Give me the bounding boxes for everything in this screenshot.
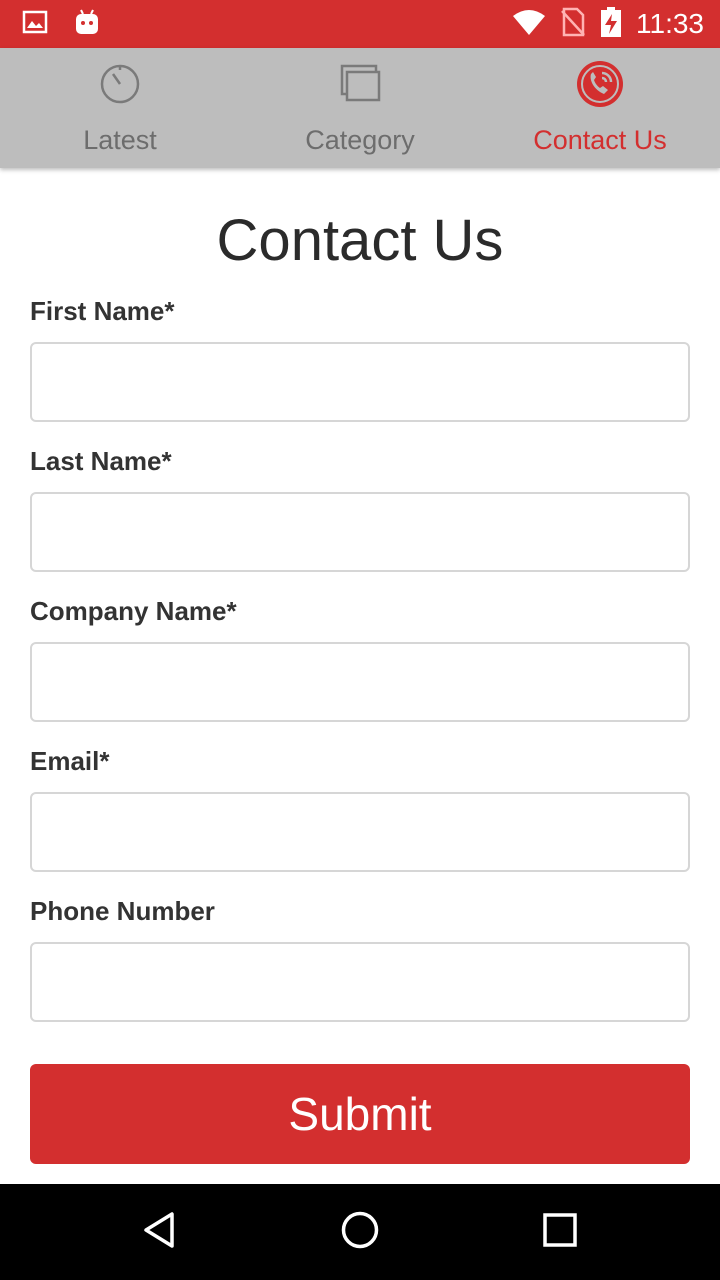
tab-latest[interactable]: Latest: [0, 48, 240, 168]
tab-label: Latest: [83, 125, 157, 155]
company-name-field-group: Company Name*: [30, 596, 690, 722]
email-field-group: Email*: [30, 746, 690, 872]
back-icon: [140, 1210, 180, 1255]
stacked-windows-icon: [336, 60, 384, 108]
first-name-label: First Name*: [30, 296, 175, 326]
status-bar: 11:33: [0, 0, 720, 48]
recents-button[interactable]: [500, 1184, 620, 1280]
tab-contact-us[interactable]: Contact Us: [480, 48, 720, 168]
no-sim-icon: [560, 7, 586, 42]
company-name-label: Company Name*: [30, 596, 237, 626]
last-name-field-group: Last Name*: [30, 446, 690, 572]
android-icon: [74, 8, 100, 41]
email-label: Email*: [30, 746, 110, 776]
status-time: 11:33: [636, 8, 704, 39]
image-icon: [22, 9, 48, 40]
company-name-input[interactable]: [30, 642, 690, 722]
email-input[interactable]: [30, 792, 690, 872]
back-button[interactable]: [100, 1184, 220, 1280]
tab-label: Category: [305, 125, 415, 155]
last-name-label: Last Name*: [30, 446, 172, 476]
phone-number-input[interactable]: [30, 942, 690, 1022]
phone-number-label: Phone Number: [30, 896, 215, 926]
phone-number-field-group: Phone Number: [30, 896, 690, 1022]
page-title: Contact Us: [216, 208, 504, 273]
tab-label: Contact Us: [533, 125, 667, 155]
home-icon: [340, 1210, 380, 1255]
last-name-input[interactable]: [30, 492, 690, 572]
navigation-bar: [0, 1184, 720, 1280]
tab-bar: Latest Category Contact Us: [0, 48, 720, 168]
phone-circle-icon: [576, 60, 624, 108]
first-name-input[interactable]: [30, 342, 690, 422]
wifi-icon: [512, 8, 546, 41]
first-name-field-group: First Name*: [30, 296, 690, 422]
recents-icon: [540, 1210, 580, 1255]
stopwatch-icon: [96, 60, 144, 108]
submit-button[interactable]: Submit: [30, 1064, 690, 1164]
battery-charging-icon: [600, 6, 622, 43]
contact-form: Contact Us First Name* Last Name* Compan…: [30, 168, 690, 1164]
tab-category[interactable]: Category: [240, 48, 480, 168]
home-button[interactable]: [300, 1184, 420, 1280]
